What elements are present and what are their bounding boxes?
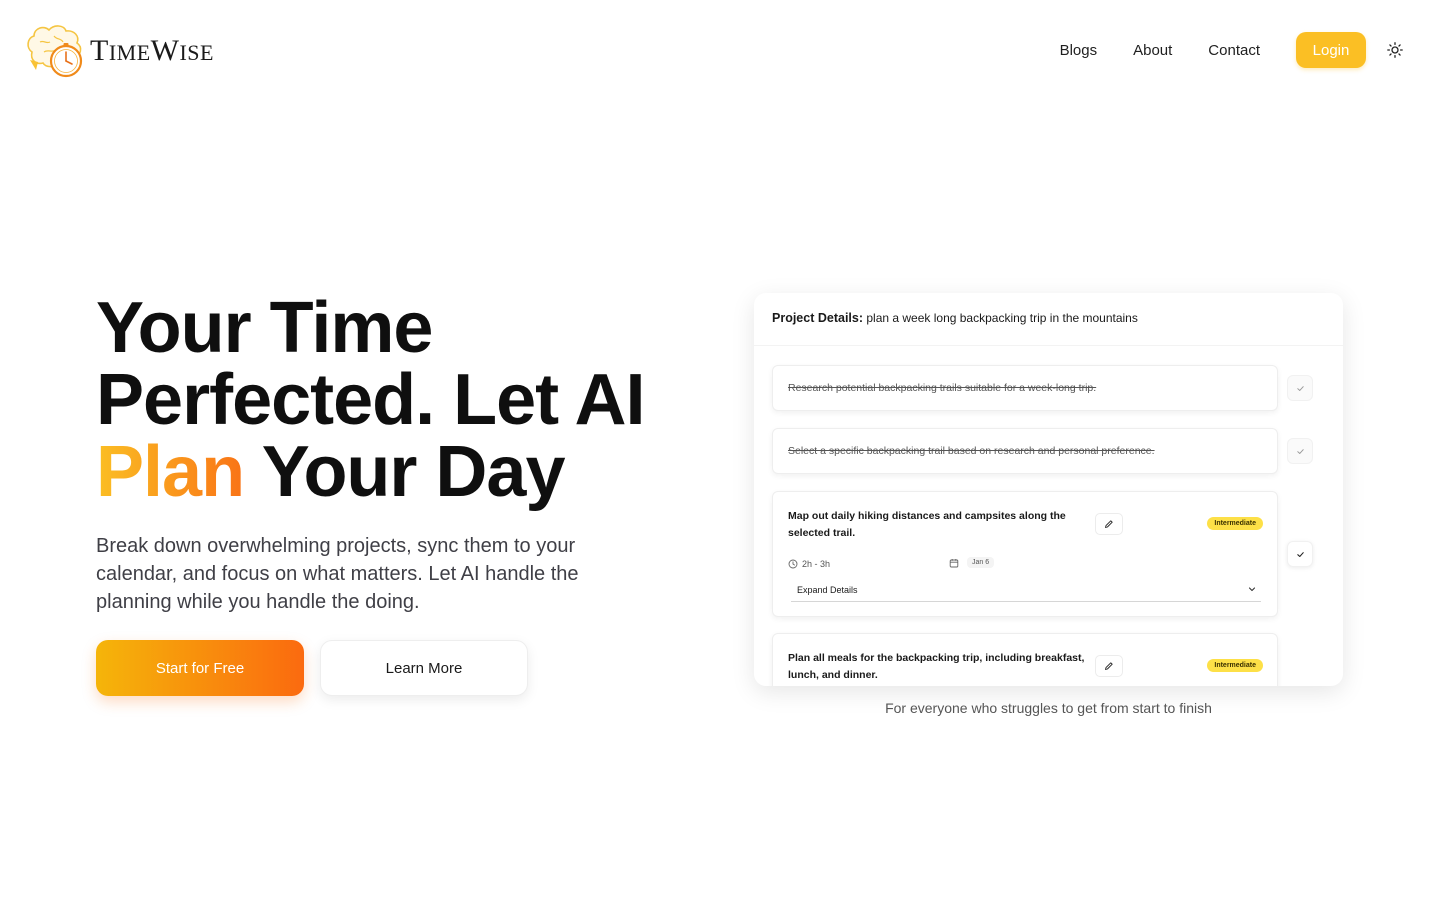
task-item: Select a specific backpacking trail base… (772, 428, 1278, 474)
task-text: Research potential backpacking trails su… (788, 382, 1097, 394)
project-name: plan a week long backpacking trip in the… (866, 311, 1138, 325)
complete-task-button[interactable] (1287, 541, 1313, 567)
hero-heading-line1: Your Time (96, 288, 433, 368)
check-icon (1296, 551, 1304, 557)
hero-heading-line3: Your Day (244, 432, 566, 512)
expand-details-label: Expand Details (797, 585, 858, 595)
project-demo-card: Project Details: plan a week long backpa… (754, 293, 1343, 686)
nav-link-about[interactable]: About (1133, 42, 1172, 59)
task-item: Map out daily hiking distances and camps… (772, 491, 1278, 617)
expand-details-toggle[interactable]: Expand Details (791, 580, 1261, 602)
brain-clock-icon (24, 22, 86, 80)
hero-description: Break down overwhelming projects, sync t… (96, 535, 579, 613)
task-item: Research potential backpacking trails su… (772, 365, 1278, 411)
difficulty-badge: Intermediate (1207, 659, 1263, 672)
task-item: Plan all meals for the backpacking trip,… (772, 633, 1278, 686)
sun-icon[interactable] (1386, 41, 1404, 59)
check-icon (1296, 385, 1304, 391)
task-duration: 2h - 3h (788, 559, 830, 569)
complete-task-button[interactable] (1287, 438, 1313, 464)
hero-heading-line2: Perfected. Let AI (96, 360, 645, 440)
difficulty-badge: Intermediate (1207, 517, 1263, 530)
task-date[interactable]: Jan 6 (949, 557, 995, 568)
demo-tagline: For everyone who struggles to get from s… (885, 700, 1212, 716)
task-text: Plan all meals for the backpacking trip,… (788, 652, 1085, 681)
complete-task-button[interactable] (1287, 375, 1313, 401)
task-date-text: Jan 6 (967, 557, 995, 568)
task-duration-text: 2h - 3h (802, 559, 831, 569)
task-text: Map out daily hiking distances and camps… (788, 510, 1066, 539)
learn-more-button[interactable]: Learn More (320, 640, 528, 696)
edit-task-button[interactable] (1095, 655, 1123, 677)
brand-name: TIMEWISE (90, 34, 214, 67)
pencil-icon (1105, 662, 1113, 670)
clock-icon (788, 559, 798, 569)
edit-task-button[interactable] (1095, 513, 1123, 535)
divider (754, 345, 1343, 346)
brand-logo[interactable]: TIMEWISE (24, 22, 214, 80)
login-button[interactable]: Login (1296, 32, 1366, 68)
hero-heading: Your Time Perfected. Let AI Plan Your Da… (96, 292, 645, 508)
nav-link-blogs[interactable]: Blogs (1060, 42, 1098, 59)
start-for-free-button[interactable]: Start for Free (96, 640, 304, 696)
project-details-label: Project Details: (772, 311, 864, 325)
task-text: Select a specific backpacking trail base… (788, 445, 1155, 457)
site-header: TIMEWISE Blogs About Contact Login (0, 0, 1440, 100)
pencil-icon (1105, 520, 1113, 528)
calendar-icon (949, 558, 959, 567)
chevron-down-icon (1248, 587, 1256, 592)
nav-link-contact[interactable]: Contact (1208, 42, 1260, 59)
project-details-header: Project Details: plan a week long backpa… (772, 311, 1138, 325)
hero-heading-accent: Plan (96, 432, 245, 512)
check-icon (1296, 448, 1304, 454)
main-nav: Blogs About Contact Login (1060, 32, 1404, 68)
